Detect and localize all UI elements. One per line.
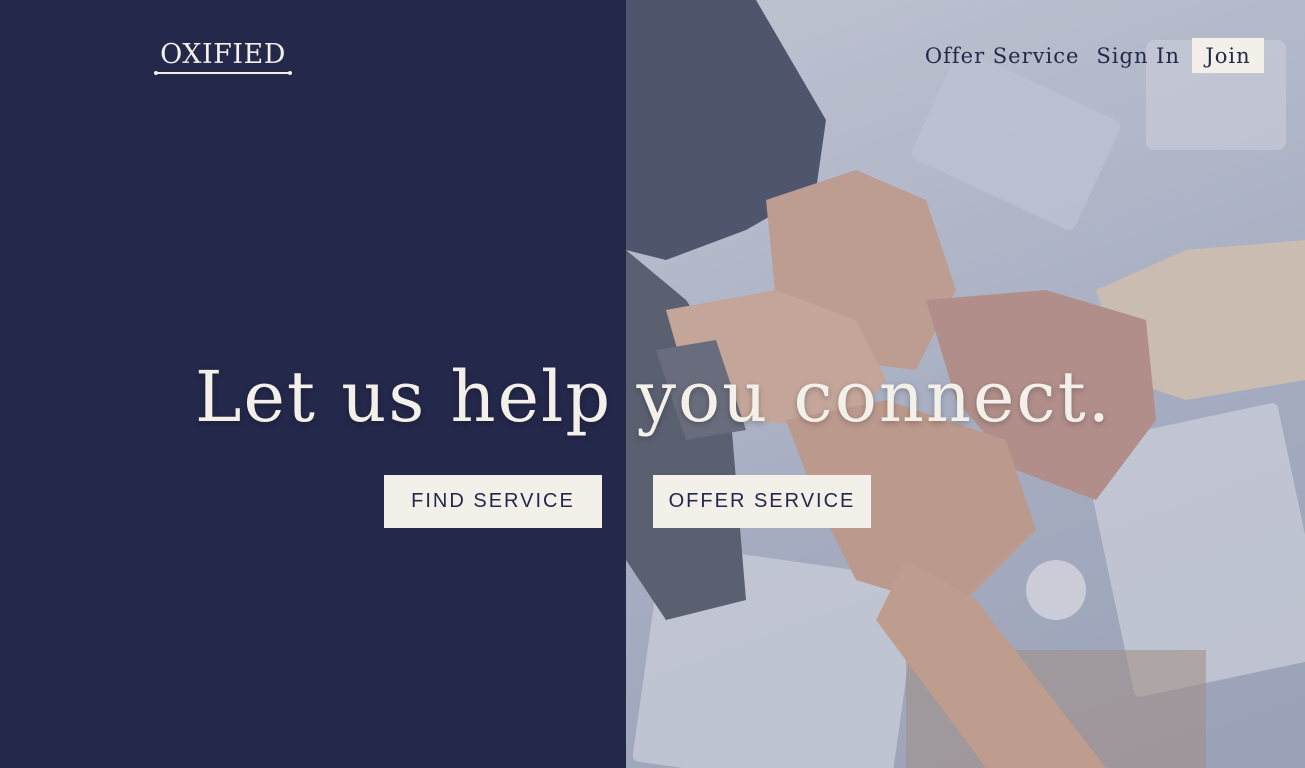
hero-headline: Let us help you connect. xyxy=(194,356,1113,438)
hero-headline-container: Let us help you connect. xyxy=(0,352,1305,442)
nav-offer-service-link[interactable]: Offer Service xyxy=(925,44,1080,68)
brand-logo[interactable]: OXIFIED xyxy=(155,38,291,72)
landing-page: OXIFIED Offer Service Sign In Join Let u… xyxy=(0,0,1305,768)
logo-underline xyxy=(154,71,292,75)
nav-sign-in-link[interactable]: Sign In xyxy=(1096,44,1180,68)
find-service-button[interactable]: FIND SERVICE xyxy=(384,475,602,528)
offer-service-button[interactable]: OFFER SERVICE xyxy=(653,475,871,528)
nav-join-button[interactable]: Join xyxy=(1192,38,1264,73)
top-nav: Offer Service Sign In Join xyxy=(908,38,1264,73)
